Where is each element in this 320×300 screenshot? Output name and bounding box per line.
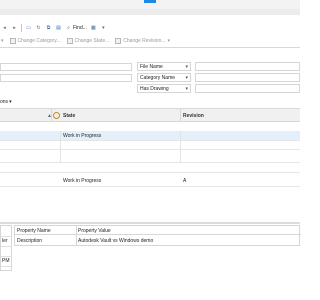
property-row[interactable]: Description Autodesk Vault vs Windows de… bbox=[15, 236, 301, 245]
results-grid-header: ▲ State Revision bbox=[0, 108, 300, 122]
row-divider bbox=[0, 172, 300, 173]
column-divider[interactable] bbox=[51, 109, 52, 122]
state-column-icon bbox=[53, 112, 60, 119]
toolbar-divider bbox=[21, 24, 22, 32]
panel-divider bbox=[1, 236, 12, 237]
find-button[interactable]: ⌕ Find... bbox=[65, 25, 87, 32]
new-document-icon[interactable]: ▭ bbox=[25, 25, 32, 32]
property-select-file-name[interactable]: File Name ▾ bbox=[137, 62, 191, 71]
column-gridline bbox=[180, 131, 181, 163]
column-gridline bbox=[60, 131, 61, 163]
copy-icon[interactable]: ⧉ bbox=[45, 25, 52, 32]
panel-divider bbox=[1, 246, 12, 247]
property-select-has-drawing[interactable]: Has Drawing ▾ bbox=[137, 84, 191, 93]
print-icon[interactable]: ▤ bbox=[55, 25, 62, 32]
title-bar bbox=[0, 0, 300, 9]
property-select-label: Category Name bbox=[140, 74, 176, 81]
pane-splitter[interactable] bbox=[0, 222, 300, 224]
preview-panel: ler PM bbox=[0, 225, 12, 271]
options-label: ons bbox=[0, 99, 9, 105]
search-icon: ⌕ bbox=[67, 25, 70, 31]
property-value: Autodesk Vault vs Windows demo bbox=[78, 238, 154, 244]
column-header-revision[interactable]: Revision bbox=[183, 113, 204, 119]
change-state-button[interactable]: Change State... bbox=[66, 37, 110, 44]
chevron-down-icon: ▾ bbox=[185, 64, 188, 70]
lifecycle-toolbar: ▾ Change Category... Change State... Cha… bbox=[0, 36, 300, 45]
search-options-button[interactable]: ons ▾ bbox=[0, 98, 12, 106]
state-icon bbox=[66, 37, 73, 44]
find-label: Find... bbox=[73, 25, 87, 31]
ribbon-strip bbox=[0, 9, 300, 15]
back-icon[interactable]: ◂ bbox=[1, 25, 8, 32]
row-state: Work in Progress bbox=[63, 133, 102, 139]
property-value-input-1[interactable] bbox=[195, 62, 300, 71]
property-value-input-3[interactable] bbox=[195, 84, 300, 93]
properties-table: Property Name Property Value Description… bbox=[14, 225, 301, 246]
panel-divider bbox=[1, 266, 12, 267]
change-state-label: Change State... bbox=[74, 37, 110, 44]
active-tab-indicator[interactable] bbox=[144, 0, 156, 3]
column-divider[interactable] bbox=[180, 109, 181, 122]
change-category-label: Change Category... bbox=[17, 37, 61, 44]
main-toolbar: ◂ ▸ ▭ ↻ ⧉ ▤ ⌕ Find... ▦ ▾ bbox=[0, 22, 300, 34]
change-revision-label: Change Revision... bbox=[123, 37, 166, 44]
column-header-property-value[interactable]: Property Value bbox=[78, 228, 111, 234]
revision-icon bbox=[115, 37, 122, 44]
property-value-input-2[interactable] bbox=[195, 73, 300, 82]
search-criteria-input-2[interactable] bbox=[0, 74, 132, 82]
change-category-button[interactable]: Change Category... bbox=[9, 37, 61, 44]
column-header-property-name[interactable]: Property Name bbox=[17, 228, 51, 234]
property-select-category-name[interactable]: Category Name ▾ bbox=[137, 73, 191, 82]
row-divider bbox=[0, 186, 300, 187]
forward-icon[interactable]: ▸ bbox=[11, 25, 18, 32]
table-row[interactable]: Work in Progress bbox=[0, 131, 300, 140]
chevron-down-icon[interactable]: ▾ bbox=[100, 25, 107, 32]
column-header-state[interactable]: State bbox=[63, 113, 75, 119]
chevron-down-icon: ▾ bbox=[185, 86, 188, 92]
properties-table-header: Property Name Property Value bbox=[15, 226, 301, 235]
property-select-label: File Name bbox=[140, 63, 163, 70]
chevron-down-icon: ▾ bbox=[9, 99, 12, 105]
chevron-down-icon[interactable]: ▾ bbox=[168, 38, 171, 44]
row-state: Work in Progress bbox=[63, 178, 102, 184]
layout-icon[interactable]: ▦ bbox=[90, 25, 97, 32]
table-row[interactable]: Work in Progress A bbox=[0, 176, 300, 185]
category-icon bbox=[9, 37, 16, 44]
chevron-down-icon: ▾ bbox=[185, 75, 188, 81]
row-divider bbox=[0, 162, 300, 163]
row-divider bbox=[0, 149, 300, 150]
refresh-icon[interactable]: ↻ bbox=[35, 25, 42, 32]
property-name: Description bbox=[17, 238, 43, 244]
toolbar-overflow[interactable]: ▾ bbox=[1, 38, 4, 44]
row-revision: A bbox=[183, 178, 187, 184]
truncated-label: PM bbox=[2, 258, 10, 264]
toolbar-divider-line bbox=[0, 47, 300, 48]
search-criteria-input-1[interactable] bbox=[0, 63, 132, 71]
truncated-label: ler bbox=[2, 238, 8, 244]
change-revision-button[interactable]: Change Revision... ▾ bbox=[115, 37, 171, 44]
row-divider bbox=[0, 140, 300, 141]
property-select-label: Has Drawing bbox=[140, 85, 169, 92]
panel-divider bbox=[1, 256, 12, 257]
